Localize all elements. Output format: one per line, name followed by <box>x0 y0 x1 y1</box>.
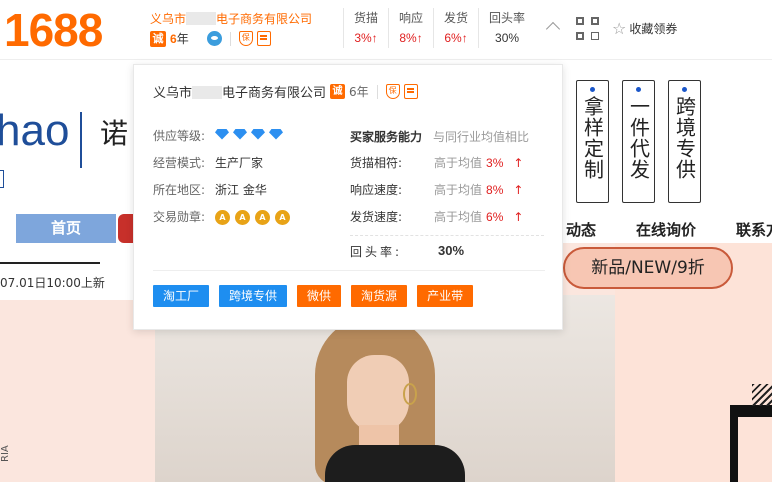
service-title: 买家服务能力 <box>350 130 423 144</box>
diamond-icon <box>215 128 229 140</box>
medal-icon: A <box>275 209 290 225</box>
metric-repeat-rate: 回头率 30% <box>478 8 535 48</box>
divider <box>376 84 378 99</box>
diamond-rating <box>215 128 287 143</box>
nav-contact[interactable]: 联系方 <box>736 219 772 240</box>
notice-divider <box>0 262 100 264</box>
chevron-up-icon[interactable] <box>545 21 561 37</box>
business-model-row: 经营模式: 生产厂家 <box>153 156 264 170</box>
brand-divider <box>80 112 82 168</box>
qr-code-icon[interactable] <box>576 17 599 40</box>
arrow-up-icon: ↑ <box>513 155 524 170</box>
location-row: 所在地区: 浙江 金华 <box>153 183 267 197</box>
tag-tao-factory[interactable]: 淘工厂 <box>153 285 210 307</box>
top-header: 1688 义乌市 电子商务有限公司 诚 6年 保 货描 3%↑ 响应 8%↑ 发货 6%… <box>0 0 772 60</box>
license-doc-icon[interactable] <box>403 84 418 99</box>
medal-icon: A <box>255 209 270 225</box>
nav-inquiry[interactable]: 在线询价 <box>636 219 696 240</box>
medal-icon: A <box>235 209 250 225</box>
left-banner <box>0 300 135 482</box>
diamond-icon <box>251 128 265 140</box>
popover-divider <box>153 270 545 271</box>
divider <box>229 31 231 46</box>
diamond-icon <box>269 128 283 140</box>
company-name-link[interactable]: 义乌市 电子商务有限公司 <box>150 10 312 27</box>
years-badge: 6年 <box>170 32 189 46</box>
arrow-up-icon: ↑ <box>513 182 524 197</box>
vtag-dropship[interactable]: 一件代发 <box>622 80 655 203</box>
license-doc-icon[interactable] <box>256 31 271 46</box>
redacted-text <box>186 12 217 25</box>
service-vertical-tags: 拿样定制 一件代发 跨境专供 <box>576 80 701 203</box>
tag-micro-supply[interactable]: 微供 <box>297 285 342 307</box>
cheng-xin-badge-icon: 诚 <box>330 84 346 99</box>
service-subtitle: 与同行业均值相比 <box>433 130 530 144</box>
nav-news[interactable]: 动态 <box>566 219 596 240</box>
service-row-response: 响应速度: 高于均值 8% ↑ <box>350 182 524 198</box>
tag-industry-belt[interactable]: 产业带 <box>417 285 474 307</box>
favorite-coupon-button[interactable]: ☆ 收藏领券 <box>612 20 677 37</box>
service-row-shipping: 发货速度: 高于均值 6% ↑ <box>350 209 524 225</box>
cheng-xin-badge-icon: 诚 <box>150 30 166 47</box>
vtag-cross-border[interactable]: 跨境专供 <box>668 80 701 203</box>
medal-icon: A <box>215 209 230 225</box>
popover-company-row: 义乌市 电子商务有限公司 诚 6年 保 <box>153 82 418 101</box>
shop-brand-logo: hao <box>0 106 70 155</box>
repeat-rate-row: 回头率: 30% <box>350 243 465 259</box>
service-metrics: 货描 3%↑ 响应 8%↑ 发货 6%↑ 回头率 30% <box>343 8 535 48</box>
guarantee-shield-icon[interactable]: 保 <box>385 84 400 99</box>
supplier-info-popover: 义乌市 电子商务有限公司 诚 6年 保 供应等级: 经营模式: 生产厂家 所在地区… <box>133 64 563 330</box>
shop-brand-cn: 诺 <box>100 117 129 150</box>
medal-list: AAAA <box>215 209 295 225</box>
guarantee-shield-icon[interactable]: 保 <box>238 31 253 46</box>
tag-cross-border[interactable]: 跨境专供 <box>219 285 288 307</box>
diamond-icon <box>233 128 247 140</box>
nav-decoration <box>118 214 134 243</box>
brand-mark <box>0 170 4 188</box>
supply-level-row: 供应等级: <box>153 127 287 144</box>
dashed-divider <box>350 235 544 236</box>
metric-shipping: 发货 6%↑ <box>433 8 478 48</box>
metric-response: 响应 8%↑ <box>388 8 433 48</box>
popover-company-name[interactable]: 义乌市 电子商务有限公司 <box>153 82 326 101</box>
popover-tags: 淘工厂 跨境专供 微供 淘货源 产业带 <box>153 285 474 307</box>
vtag-sample-custom[interactable]: 拿样定制 <box>576 80 609 203</box>
wangwang-chat-icon[interactable] <box>206 31 222 46</box>
new-arrival-pill[interactable]: 新品/NEW/9折 <box>563 247 733 289</box>
tag-tao-source[interactable]: 淘货源 <box>351 285 408 307</box>
years-text: 6年 <box>349 85 369 99</box>
arrow-up-icon: ↑ <box>513 209 524 224</box>
metric-description: 货描 3%↑ <box>343 8 388 48</box>
side-vertical-text: RIA <box>0 445 11 462</box>
new-arrival-notice: 07.01日10:00上新 <box>0 276 105 290</box>
banner-stripes <box>752 384 772 406</box>
trade-medal-row: 交易勋章: AAAA <box>153 208 295 225</box>
site-logo[interactable]: 1688 <box>4 2 103 58</box>
service-row-description: 货描相符: 高于均值 3% ↑ <box>350 155 524 171</box>
star-icon: ☆ <box>612 18 627 38</box>
banner-big-letter <box>730 405 772 482</box>
company-cert-row: 诚 6年 保 <box>150 30 271 47</box>
nav-home-tab[interactable]: 首页 <box>16 214 116 243</box>
